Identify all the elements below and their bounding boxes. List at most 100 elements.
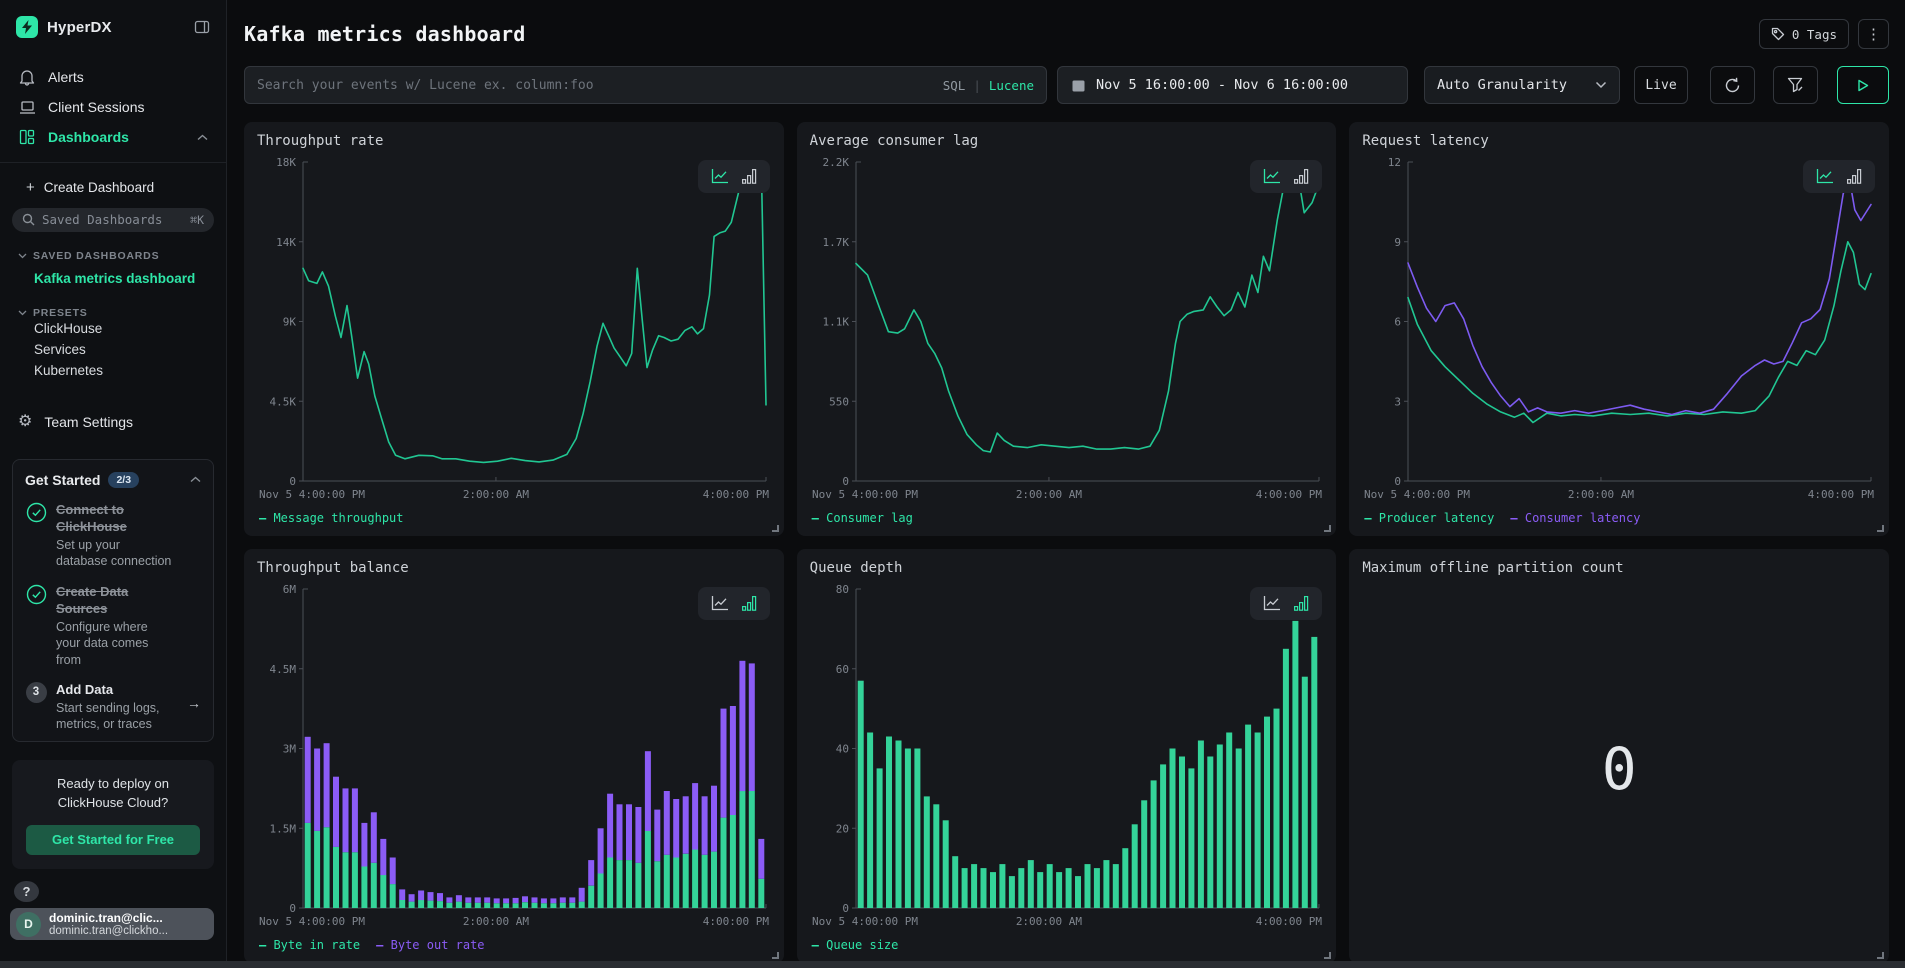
legend-item[interactable]: — Producer latency: [1364, 511, 1494, 525]
line-chart-icon[interactable]: [711, 169, 729, 184]
queue-depth-chart[interactable]: 020406080Nov 5 4:00:00 PM2:00:00 AM4:00:…: [810, 581, 1324, 935]
get-started-free-button[interactable]: Get Started for Free: [26, 825, 200, 855]
saved-dashboards-search[interactable]: ⌘K: [12, 208, 214, 232]
presets-section[interactable]: PRESETS: [12, 307, 214, 319]
step-title: Create Data Sources: [56, 584, 128, 616]
bar-chart-icon[interactable]: [1847, 169, 1862, 184]
svg-text:6M: 6M: [283, 583, 297, 596]
throughput-balance-chart[interactable]: 01.5M3M4.5M6MNov 5 4:00:00 PM2:00:00 AM4…: [257, 581, 771, 935]
legend-item[interactable]: — Message throughput: [259, 511, 404, 525]
get-started-step-sources[interactable]: Create Data Sources Configure where your…: [25, 583, 201, 668]
svg-text:18K: 18K: [276, 156, 296, 169]
search-icon: [22, 213, 35, 226]
tags-button[interactable]: 0 Tags: [1759, 19, 1849, 49]
svg-text:4.5K: 4.5K: [270, 395, 297, 408]
svg-text:Nov 5 4:00:00 PM: Nov 5 4:00:00 PM: [812, 915, 918, 928]
chevron-down-icon: [18, 253, 27, 259]
sidebar-item-alerts[interactable]: Alerts: [12, 62, 214, 92]
legend-item[interactable]: — Byte out rate: [376, 938, 484, 952]
sidebar-collapse-icon[interactable]: [194, 19, 210, 35]
help-button[interactable]: ?: [14, 881, 39, 903]
step-title: Add Data: [56, 682, 113, 697]
line-chart-icon[interactable]: [711, 596, 729, 611]
svg-text:1.7K: 1.7K: [822, 235, 849, 248]
sidebar-item-kubernetes[interactable]: Kubernetes: [12, 360, 214, 381]
chevron-up-icon[interactable]: [197, 134, 208, 141]
bar-chart-icon[interactable]: [742, 169, 757, 184]
gear-icon: ⚙: [18, 414, 32, 430]
event-search-input[interactable]: [257, 78, 943, 93]
granularity-select[interactable]: Auto Granularity: [1424, 66, 1620, 104]
chart-legend: — Byte in rate — Byte out rate: [257, 935, 771, 956]
line-chart-icon[interactable]: [1816, 169, 1834, 184]
resize-handle[interactable]: [772, 525, 779, 532]
refresh-button[interactable]: [1710, 66, 1755, 104]
get-started-step-connect[interactable]: Connect to ClickHouse Set up your databa…: [25, 501, 201, 570]
sidebar-item-services[interactable]: Services: [12, 339, 214, 360]
check-circle-icon: [25, 583, 47, 668]
deploy-card: Ready to deploy on ClickHouse Cloud? Get…: [12, 760, 214, 869]
legend-item[interactable]: — Consumer lag: [812, 511, 913, 525]
svg-text:1.1K: 1.1K: [822, 315, 849, 328]
sidebar-item-kafka-dashboard[interactable]: Kafka metrics dashboard: [12, 268, 214, 289]
svg-text:4:00:00 PM: 4:00:00 PM: [1808, 488, 1875, 501]
date-range-picker[interactable]: Nov 5 16:00:00 - Nov 6 16:00:00: [1057, 66, 1408, 104]
page-title: Kafka metrics dashboard: [244, 22, 526, 46]
event-search-bar[interactable]: SQL | Lucene: [244, 66, 1047, 104]
line-chart-icon[interactable]: [1263, 596, 1281, 611]
saved-dashboards-section[interactable]: SAVED DASHBOARDS: [12, 250, 214, 262]
get-started-card: Get Started 2/3 Connect to ClickHouse Se…: [12, 459, 214, 742]
request-latency-chart[interactable]: 036912Nov 5 4:00:00 PM2:00:00 AM4:00:00 …: [1362, 154, 1876, 508]
sidebar-item-team-settings[interactable]: ⚙ Team Settings: [12, 409, 214, 435]
get-started-title: Get Started: [25, 472, 100, 488]
panel-title: Average consumer lag: [810, 133, 1324, 154]
kebab-icon: ⋮: [1866, 25, 1881, 43]
sidebar-item-dashboards[interactable]: Dashboards: [12, 122, 214, 152]
chart-type-toggle[interactable]: [1250, 160, 1322, 193]
sidebar-item-client-sessions[interactable]: Client Sessions: [12, 92, 214, 122]
line-chart-icon[interactable]: [1263, 169, 1281, 184]
get-started-step-add-data[interactable]: 3 Add Data Start sending logs, metrics, …: [25, 681, 201, 733]
hyperdx-logo-icon: [16, 16, 38, 38]
live-button[interactable]: Live: [1634, 66, 1688, 104]
legend-item[interactable]: — Consumer latency: [1510, 511, 1640, 525]
lucene-mode-button[interactable]: Lucene: [989, 78, 1034, 93]
resize-handle[interactable]: [1324, 525, 1331, 532]
filter-button[interactable]: [1773, 66, 1818, 104]
create-dashboard-button[interactable]: + Create Dashboard: [12, 177, 214, 198]
step-subtitle: Set up your database connection: [56, 537, 174, 570]
chart-legend: — Producer latency — Consumer latency: [1362, 508, 1876, 529]
chevron-down-icon: [1595, 81, 1607, 89]
svg-text:2:00:00 AM: 2:00:00 AM: [1015, 915, 1082, 928]
legend-item[interactable]: — Queue size: [812, 938, 899, 952]
chart-type-toggle[interactable]: [1250, 587, 1322, 620]
svg-text:14K: 14K: [276, 235, 296, 248]
legend-item[interactable]: — Byte in rate: [259, 938, 360, 952]
chart-type-toggle[interactable]: [698, 587, 770, 620]
run-query-button[interactable]: [1837, 66, 1889, 104]
svg-text:4:00:00 PM: 4:00:00 PM: [703, 915, 770, 928]
resize-handle[interactable]: [1324, 952, 1331, 959]
chart-type-toggle[interactable]: [1803, 160, 1875, 193]
resize-handle[interactable]: [1877, 952, 1884, 959]
resize-handle[interactable]: [1877, 525, 1884, 532]
date-range-value: Nov 5 16:00:00 - Nov 6 16:00:00: [1096, 77, 1348, 93]
more-menu-button[interactable]: ⋮: [1858, 19, 1889, 49]
user-menu[interactable]: D dominic.tran@clic... dominic.tran@clic…: [10, 908, 214, 940]
tag-icon: [1771, 27, 1785, 41]
chevron-up-icon[interactable]: [190, 476, 201, 483]
bar-chart-icon[interactable]: [742, 596, 757, 611]
divider: [0, 162, 226, 163]
resize-handle[interactable]: [772, 952, 779, 959]
panel-title: Throughput rate: [257, 133, 771, 154]
bar-chart-icon[interactable]: [1294, 596, 1309, 611]
sql-mode-button[interactable]: SQL: [943, 78, 966, 93]
horizontal-scrollbar[interactable]: [0, 961, 1905, 968]
bar-chart-icon[interactable]: [1294, 169, 1309, 184]
chart-type-toggle[interactable]: [698, 160, 770, 193]
sidebar-item-clickhouse[interactable]: ClickHouse: [12, 319, 214, 340]
consumer-lag-chart[interactable]: 05501.1K1.7K2.2KNov 5 4:00:00 PM2:00:00 …: [810, 154, 1324, 508]
saved-dashboards-search-input[interactable]: [42, 212, 183, 227]
throughput-rate-chart[interactable]: 04.5K9K14K18KNov 5 4:00:00 PM2:00:00 AM4…: [257, 154, 771, 508]
app-name: HyperDX: [47, 19, 112, 36]
